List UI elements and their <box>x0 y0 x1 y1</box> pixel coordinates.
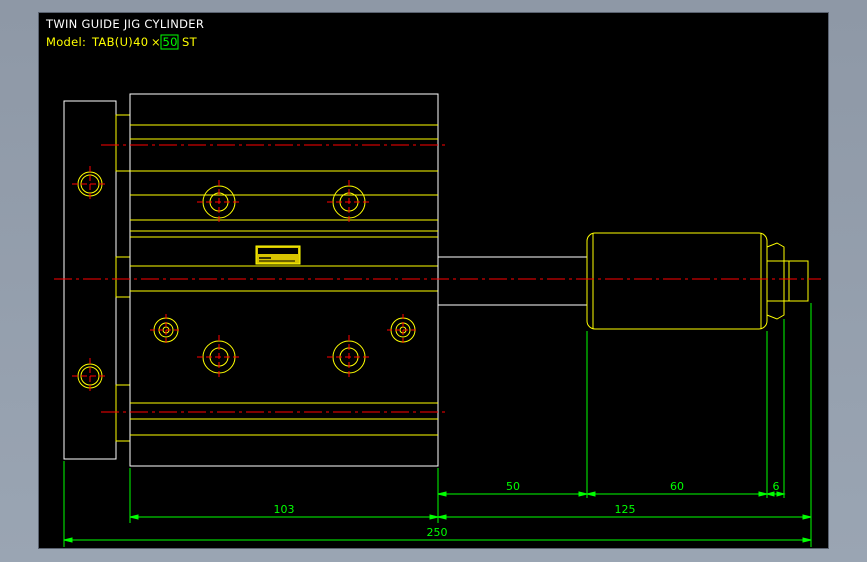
plate-hole-top <box>72 166 108 202</box>
body-hole-upper-left <box>197 180 241 224</box>
model-suffix: ST <box>182 35 198 49</box>
dim-body-length: 103 <box>274 503 295 516</box>
threaded-stud <box>783 260 809 302</box>
name-plate-logo-band <box>258 248 298 254</box>
body-hole-upper-right <box>327 180 371 224</box>
body-hole-lower-left <box>197 335 241 379</box>
body-detail-lines <box>130 124 438 436</box>
model-label: Model: <box>46 35 86 49</box>
cad-viewport[interactable]: TWIN GUIDE JIG CYLINDER Model: TAB(U)40 … <box>38 12 829 549</box>
model-times: × <box>151 35 161 49</box>
hex-nut <box>766 242 785 320</box>
dim-rod-total: 125 <box>615 503 636 516</box>
plate-step-top <box>115 114 131 172</box>
pin-hole-right <box>387 314 419 346</box>
pin-hole-left <box>150 314 182 346</box>
dim-nut-length: 6 <box>773 480 780 493</box>
cad-drawing: TWIN GUIDE JIG CYLINDER Model: TAB(U)40 … <box>45 17 821 547</box>
mounting-plate <box>63 100 117 460</box>
plate-hole-bottom <box>72 358 108 394</box>
cylinder-body <box>129 93 439 467</box>
dim-overall-length: 250 <box>427 526 448 539</box>
dim-joint-length: 60 <box>670 480 684 493</box>
model-stroke: 50 <box>163 35 178 49</box>
plate-step-bottom <box>115 384 131 442</box>
rod-end-joint <box>586 232 768 330</box>
plate-step-middle <box>115 256 131 298</box>
dim-rod-extension: 50 <box>506 480 520 493</box>
bolt-holes <box>72 166 419 394</box>
body-hole-lower-right <box>327 335 371 379</box>
hex-nut-facets <box>767 260 784 302</box>
model-prefix: TAB(U)40 <box>91 35 148 49</box>
drawing-title: TWIN GUIDE JIG CYLINDER <box>45 17 204 31</box>
piston-rod <box>437 256 588 306</box>
